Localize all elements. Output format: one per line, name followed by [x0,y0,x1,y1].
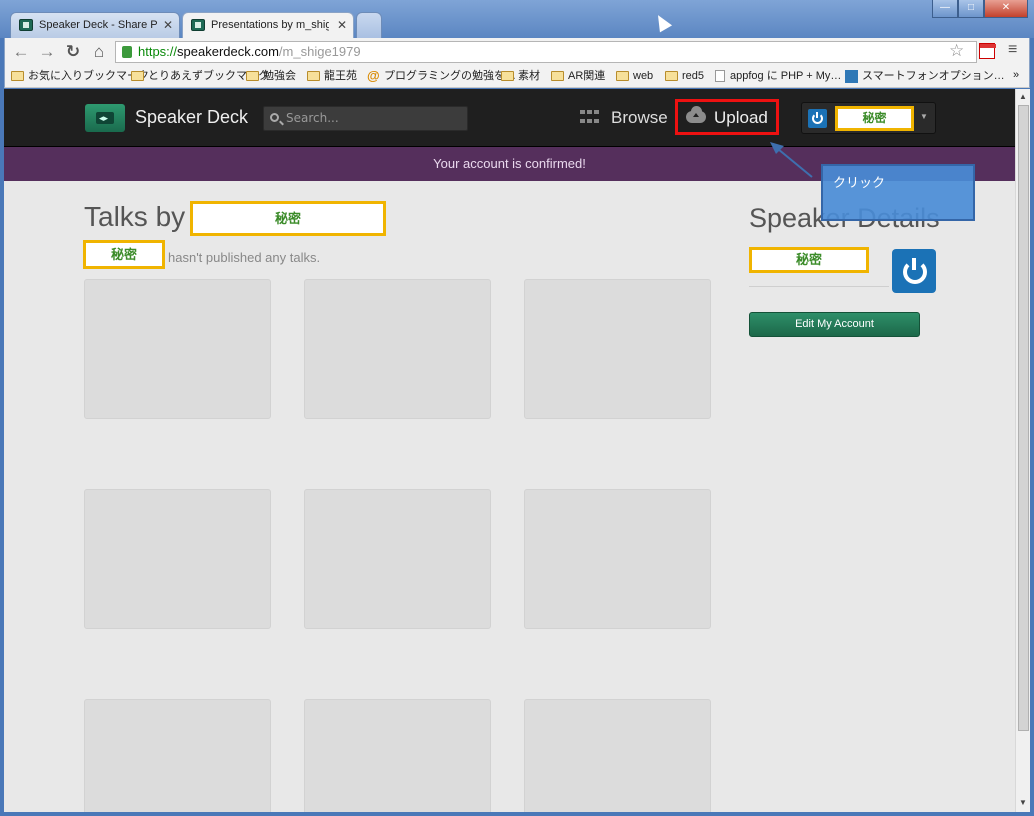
bookmark-item[interactable]: 龍王苑 [307,69,357,84]
bookmark-item[interactable]: お気に入りブックマーク [11,69,149,84]
speakerdeck-logo-icon[interactable]: ◂▸ [85,104,125,132]
scroll-down-icon[interactable]: ▼ [1019,798,1027,807]
tab-presentations[interactable]: Presentations by m_shige1 ✕ [182,12,354,38]
tab-close-icon[interactable]: ✕ [163,18,173,32]
talk-placeholder-tile [524,489,711,629]
talks-heading: Talks by [84,201,186,232]
lock-icon [122,46,132,58]
folder-icon [501,71,514,81]
maximize-button[interactable]: □ [958,0,984,18]
talk-placeholder-tile [304,279,491,419]
vertical-scrollbar[interactable]: ▲ ▼ [1015,89,1030,812]
url-host: speakerdeck.com [177,44,279,59]
talk-placeholder-tile [524,279,711,419]
speaker-avatar-icon [892,249,936,293]
browse-link[interactable]: Browse [611,108,668,128]
bookmark-item[interactable]: AR関連 [551,69,605,84]
user-avatar-icon [808,109,827,128]
user-menu[interactable]: 秘密 ▼ [801,102,936,134]
folder-icon [131,71,144,81]
brand-name[interactable]: Speaker Deck [135,107,248,128]
talk-placeholder-tile [84,279,271,419]
bookmark-item[interactable]: web [616,69,653,84]
talk-placeholder-tile [84,699,271,812]
new-tab-button[interactable] [356,12,382,38]
tab-title: Speaker Deck - Share Pres [39,19,157,31]
address-bar[interactable]: https://speakerdeck.com/m_shige1979 [115,41,977,63]
speakerdeck-favicon-icon [191,19,205,31]
bookmarks-bar: お気に入りブックマーク とりあえずブックマーク 勉強会 龍王苑 @ プログラミング… [4,66,1030,88]
speakerdeck-favicon-icon [19,19,33,31]
at-icon: @ [367,68,380,83]
folder-icon [616,71,629,81]
site-header: ◂▸ Speaker Deck Search... Browse Upload … [4,89,1015,147]
upload-button[interactable]: Upload [675,99,779,135]
back-arrow-icon[interactable]: ← [11,42,31,62]
site-icon [845,70,858,83]
home-icon[interactable]: ⌂ [89,42,109,62]
menu-icon[interactable]: ≡ [1008,41,1017,59]
bookmark-item[interactable]: @ プログラミングの勉強を… [367,68,516,84]
bookmark-item[interactable]: 勉強会 [246,69,296,84]
click-callout: クリック [821,164,975,221]
folder-icon [11,71,24,81]
bookmark-item[interactable]: 素材 [501,69,540,84]
window-controls: — □ ✕ [932,0,1028,18]
reload-icon[interactable]: ↻ [63,42,83,62]
tab-close-icon[interactable]: ✕ [337,18,347,32]
sidebar-divider [749,286,889,287]
talks-owner-redacted: 秘密 [190,201,386,236]
edit-account-button[interactable]: Edit My Account [749,312,920,337]
scroll-up-icon[interactable]: ▲ [1019,92,1027,101]
caret-down-icon[interactable]: ▼ [920,112,928,121]
talk-placeholder-tile [524,699,711,812]
browser-toolbar: ← → ↻ ⌂ https://speakerdeck.com/m_shige1… [4,38,1030,66]
grid-icon[interactable] [580,110,600,126]
talk-placeholder-tile [304,699,491,812]
cloud-upload-icon [686,106,706,123]
url-scheme: https:// [138,44,178,59]
folder-icon [246,71,259,81]
scrollbar-thumb[interactable] [1018,105,1029,731]
search-input[interactable]: Search... [263,106,468,131]
folder-icon [665,71,678,81]
window-titlebar: Speaker Deck - Share Pres ✕ Presentation… [0,0,1034,38]
page-icon [715,70,725,82]
folder-icon [307,71,320,81]
more-bookmarks-icon[interactable]: » [1013,69,1019,81]
bookmark-item[interactable]: スマートフォンオプション… [845,69,1005,84]
minimize-button[interactable]: — [932,0,958,18]
upload-label: Upload [714,108,768,127]
owner-name-redacted: 秘密 [83,240,165,269]
search-icon [270,113,279,122]
tab-speaker-deck[interactable]: Speaker Deck - Share Pres ✕ [10,12,180,38]
calendar-extension-icon[interactable] [979,43,996,59]
tab-title: Presentations by m_shige1 [211,19,329,31]
url-path: /m_shige1979 [278,44,361,59]
bookmark-item[interactable]: red5 [665,69,704,84]
close-window-button[interactable]: ✕ [984,0,1028,18]
search-placeholder: Search... [286,111,339,125]
talk-placeholder-tile [84,489,271,629]
user-name-redacted: 秘密 [835,106,914,131]
speaker-name-redacted: 秘密 [749,247,869,273]
bookmark-star-icon[interactable]: ☆ [949,41,964,61]
no-talks-message: hasn't published any talks. [168,250,321,265]
forward-arrow-icon[interactable]: → [37,42,57,62]
talk-placeholder-tile [304,489,491,629]
bookmark-item[interactable]: appfog に PHP + My… [713,69,841,84]
folder-icon [551,71,564,81]
